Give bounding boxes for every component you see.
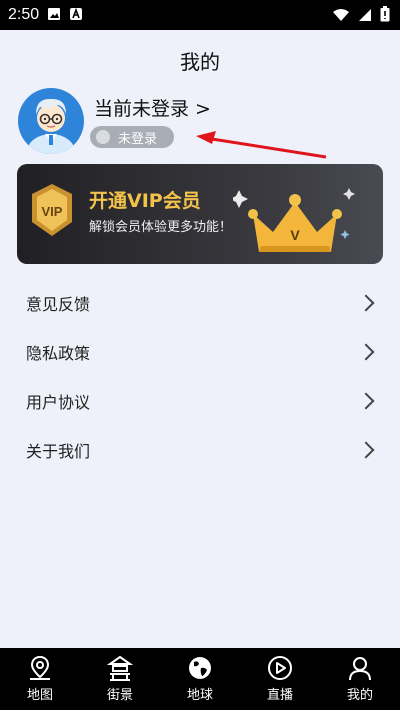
vip-title: 开通VIP会员 [89, 190, 201, 212]
signal-icon [358, 7, 372, 26]
nav-label: 我的 [346, 688, 373, 703]
chevron-right-icon [357, 294, 375, 311]
menu-item-user-agreement[interactable]: 用户协议 [0, 376, 400, 425]
menu-item-about-us[interactable]: 关于我们 [0, 425, 400, 474]
settings-menu: 意见反馈 隐私政策 用户协议 关于我们 [0, 278, 400, 474]
play-circle-icon [268, 656, 292, 680]
menu-item-label: 隐私政策 [26, 343, 91, 363]
login-prompt[interactable]: 当前未登录 > [94, 94, 211, 121]
status-bar: 2:50 [0, 0, 400, 30]
user-icon [349, 657, 371, 681]
nav-label: 街景 [106, 688, 133, 703]
sparkle-icon [340, 230, 350, 239]
status-dot-icon [96, 130, 110, 144]
login-status-badge: 未登录 [90, 126, 174, 148]
app-notification-icon [69, 6, 83, 25]
wifi-icon [332, 7, 350, 26]
sparkle-icon [233, 190, 248, 208]
login-status-text: 未登录 [118, 131, 158, 147]
map-pin-icon [30, 655, 50, 680]
nav-item-street-view[interactable]: 街景 [80, 648, 160, 710]
page-title: 我的 [180, 50, 220, 74]
nav-item-globe[interactable]: 地球 [160, 648, 240, 710]
nav-item-live[interactable]: 直播 [240, 648, 320, 710]
globe-icon [189, 657, 211, 679]
menu-item-privacy-policy[interactable]: 隐私政策 [0, 327, 400, 376]
crown-icon: V [233, 188, 355, 252]
image-notification-icon [47, 6, 61, 25]
vip-badge-icon: VIP [32, 184, 72, 236]
nav-label: 地图 [26, 688, 53, 703]
menu-item-label: 关于我们 [26, 441, 91, 461]
chevron-right-icon [357, 343, 375, 360]
chevron-right-icon [357, 441, 375, 458]
battery-icon [380, 6, 390, 26]
menu-item-label: 意见反馈 [26, 294, 91, 314]
nav-item-map[interactable]: 地图 [0, 648, 80, 710]
vip-banner[interactable]: VIP 开通VIP会员 解锁会员体验更多功能！ V [17, 164, 383, 264]
nav-label: 地球 [186, 688, 213, 703]
status-time: 2:50 [8, 6, 40, 23]
avatar[interactable] [18, 88, 84, 154]
bottom-nav: 地图 街景 地球 直播 我的 [0, 648, 400, 710]
chevron-right-icon [357, 392, 375, 409]
sparkle-icon [343, 188, 355, 200]
red-arrow-annotation [196, 131, 327, 159]
nav-item-mine[interactable]: 我的 [320, 648, 400, 710]
pagoda-icon [106, 655, 134, 681]
nav-label: 直播 [266, 688, 293, 703]
vip-subtitle: 解锁会员体验更多功能！ [89, 220, 233, 235]
menu-item-label: 用户协议 [26, 392, 91, 412]
menu-item-feedback[interactable]: 意见反馈 [0, 278, 400, 327]
vip-badge-text: VIP [42, 204, 63, 219]
crown-letter: V [290, 227, 300, 243]
